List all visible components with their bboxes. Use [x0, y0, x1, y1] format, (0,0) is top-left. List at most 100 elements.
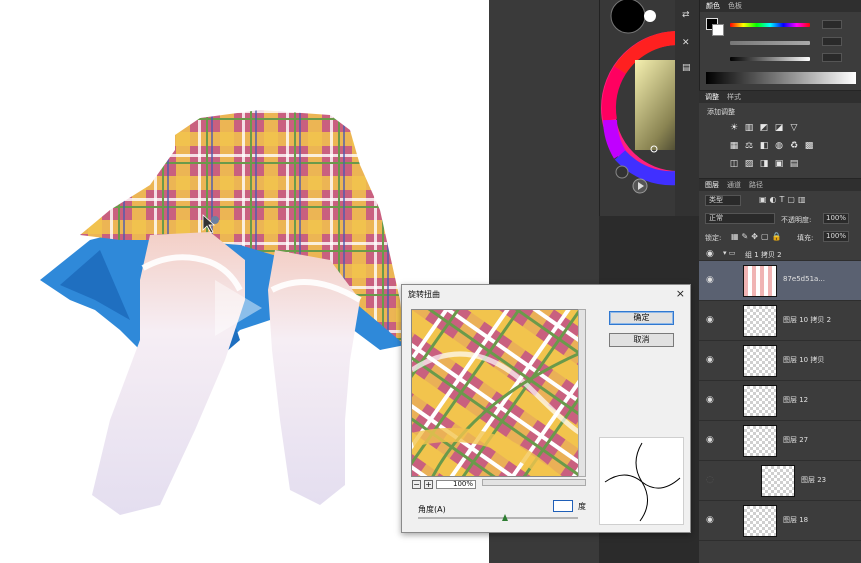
- eye-icon[interactable]: ◉: [706, 316, 716, 325]
- layer-row[interactable]: ◉ 图层 10 拷贝: [699, 341, 861, 381]
- angle-slider-track[interactable]: [418, 517, 578, 519]
- hue-slider[interactable]: [730, 20, 810, 29]
- brightness-slider[interactable]: [730, 54, 810, 63]
- posterize-icon[interactable]: ▨: [744, 159, 754, 169]
- angle-input[interactable]: [553, 500, 573, 512]
- color-ramp[interactable]: [706, 72, 856, 84]
- brightness-icon[interactable]: ☀: [729, 123, 739, 133]
- filter-preview[interactable]: [411, 309, 586, 477]
- layer-name: 图层 12: [783, 396, 809, 404]
- layer-thumbnail: [743, 505, 777, 537]
- eye-hidden-icon[interactable]: ◌: [706, 476, 716, 485]
- tab-color[interactable]: 颜色: [706, 1, 720, 11]
- curves-icon[interactable]: ◩: [759, 123, 769, 133]
- layer-thumbnail: [743, 305, 777, 337]
- balance-icon[interactable]: ⚖: [744, 141, 754, 151]
- twirl-curve-icon: [604, 442, 681, 522]
- eye-icon[interactable]: ◉: [706, 396, 716, 405]
- adjust-icons-row-2: ▦ ⚖ ◧ ◍ ♻ ▩: [729, 141, 814, 151]
- layer-row[interactable]: ◉ 图层 27: [699, 421, 861, 461]
- levels-icon[interactable]: ▥: [744, 123, 754, 133]
- layer-group-row[interactable]: ◉ ▾ ▭ 组 1 拷贝 2: [699, 247, 861, 261]
- align-icon[interactable]: ▤: [682, 63, 691, 73]
- eye-icon[interactable]: ◉: [706, 276, 716, 285]
- filter-icons[interactable]: ▣◐T▢▥: [759, 195, 809, 204]
- layer-row[interactable]: ◉ 图层 12: [699, 381, 861, 421]
- eye-icon[interactable]: ◉: [706, 436, 716, 445]
- mixer-icon[interactable]: ♻: [789, 141, 799, 151]
- lock-label: 锁定:: [705, 234, 722, 242]
- tab-paths[interactable]: 路径: [749, 180, 763, 190]
- photoshop-window: ⇄ ✕ ▤ 颜色 色板 调整 样式 添加调整 ☀ ▥ ◩ ◪ ▽ ▦ ⚖ ◧ ◍…: [0, 0, 861, 563]
- brightness-value[interactable]: [822, 53, 842, 62]
- layer-row[interactable]: ◌ 图层 23: [699, 461, 861, 501]
- adjust-icons-row-3: ◫ ▨ ◨ ▣ ▤: [729, 159, 799, 169]
- vibrance-icon[interactable]: ▽: [789, 123, 799, 133]
- hue-value[interactable]: [822, 20, 842, 29]
- layer-thumbnail: [743, 425, 777, 457]
- layer-name: 图层 18: [783, 516, 809, 524]
- bw-icon[interactable]: ◧: [759, 141, 769, 151]
- layers-panel: 图层 通道 路径 类型 ▣◐T▢▥ 正常 不透明度: 100% 锁定: ▦✎✥▢…: [699, 178, 861, 563]
- background-swatch[interactable]: [712, 24, 724, 36]
- angle-label: 角度(A): [418, 505, 446, 514]
- layer-thumbnail: [743, 345, 777, 377]
- tab-layers[interactable]: 图层: [705, 180, 719, 190]
- zoom-in-button[interactable]: +: [424, 480, 433, 489]
- exposure-icon[interactable]: ◪: [774, 123, 784, 133]
- threshold-icon[interactable]: ◨: [759, 159, 769, 169]
- zoom-out-button[interactable]: −: [412, 480, 421, 489]
- layer-row[interactable]: ◉ 图层 18: [699, 501, 861, 541]
- blend-mode-select[interactable]: 正常: [705, 213, 775, 224]
- fill-label: 填充:: [797, 234, 814, 242]
- layer-name: 图层 10 拷贝 2: [783, 316, 832, 324]
- lock-icons[interactable]: ▦✎✥▢🔒: [731, 232, 784, 241]
- layers-panel-tabs: 图层 通道 路径: [699, 179, 861, 191]
- fill-input[interactable]: 100%: [823, 231, 849, 242]
- adjustments-panel: 调整 样式 添加调整 ☀ ▥ ◩ ◪ ▽ ▦ ⚖ ◧ ◍ ♻ ▩ ◫ ▨ ◨ ▣…: [699, 90, 861, 178]
- angle-unit: 度: [578, 502, 586, 511]
- eye-icon[interactable]: ◉: [706, 516, 716, 525]
- layer-thumbnail: [743, 265, 777, 297]
- adjust-panel-tabs: 调整 样式: [699, 91, 861, 103]
- zoom-value: 100%: [436, 480, 476, 489]
- eye-icon[interactable]: ◉: [706, 250, 716, 259]
- layer-filter-select[interactable]: 类型: [705, 195, 741, 206]
- swap-icon[interactable]: ⇄: [682, 10, 690, 20]
- tab-channels[interactable]: 通道: [727, 180, 741, 190]
- close-panel-icon[interactable]: ✕: [682, 38, 690, 48]
- opacity-input[interactable]: 100%: [823, 213, 849, 224]
- folder-icon: ▾ ▭: [723, 249, 736, 257]
- color-panel-tabs: 颜色 色板: [700, 0, 861, 12]
- saturation-value[interactable]: [822, 37, 842, 46]
- panel-icon-strip: ⇄ ✕ ▤: [675, 0, 699, 216]
- invert-icon[interactable]: ◫: [729, 159, 739, 169]
- gradient-map-icon[interactable]: ▤: [789, 159, 799, 169]
- layer-row[interactable]: ◉ 图层 10 拷贝 2: [699, 301, 861, 341]
- opacity-label: 不透明度:: [781, 216, 812, 224]
- lookup-icon[interactable]: ▩: [804, 141, 814, 151]
- layer-row[interactable]: ◉ 87e5d51a...: [699, 261, 861, 301]
- adjust-icons-row-1: ☀ ▥ ◩ ◪ ▽: [729, 123, 799, 133]
- layer-thumbnail: [761, 465, 795, 497]
- layer-name: 图层 27: [783, 436, 809, 444]
- selective-color-icon[interactable]: ▣: [774, 159, 784, 169]
- eye-icon[interactable]: ◉: [706, 356, 716, 365]
- preview-vertical-scrollbar[interactable]: [578, 309, 586, 477]
- cancel-button[interactable]: 取消: [609, 333, 674, 347]
- photo-filter-icon[interactable]: ◍: [774, 141, 784, 151]
- layer-thumbnail: [743, 385, 777, 417]
- tab-styles[interactable]: 样式: [727, 92, 741, 102]
- tab-adjustments[interactable]: 调整: [705, 92, 719, 102]
- hue-sat-icon[interactable]: ▦: [729, 141, 739, 151]
- tab-swatches[interactable]: 色板: [728, 1, 742, 11]
- layer-name: 图层 10 拷贝: [783, 356, 825, 364]
- ok-button[interactable]: 确定: [609, 311, 674, 325]
- layer-name: 87e5d51a...: [783, 275, 825, 283]
- dialog-title: 旋转扭曲: [408, 290, 440, 299]
- saturation-slider[interactable]: [730, 38, 810, 47]
- color-panel: 颜色 色板: [699, 0, 861, 90]
- preview-horizontal-scrollbar[interactable]: [482, 479, 586, 486]
- close-icon[interactable]: ×: [676, 287, 685, 300]
- preview-plaid: [412, 310, 585, 476]
